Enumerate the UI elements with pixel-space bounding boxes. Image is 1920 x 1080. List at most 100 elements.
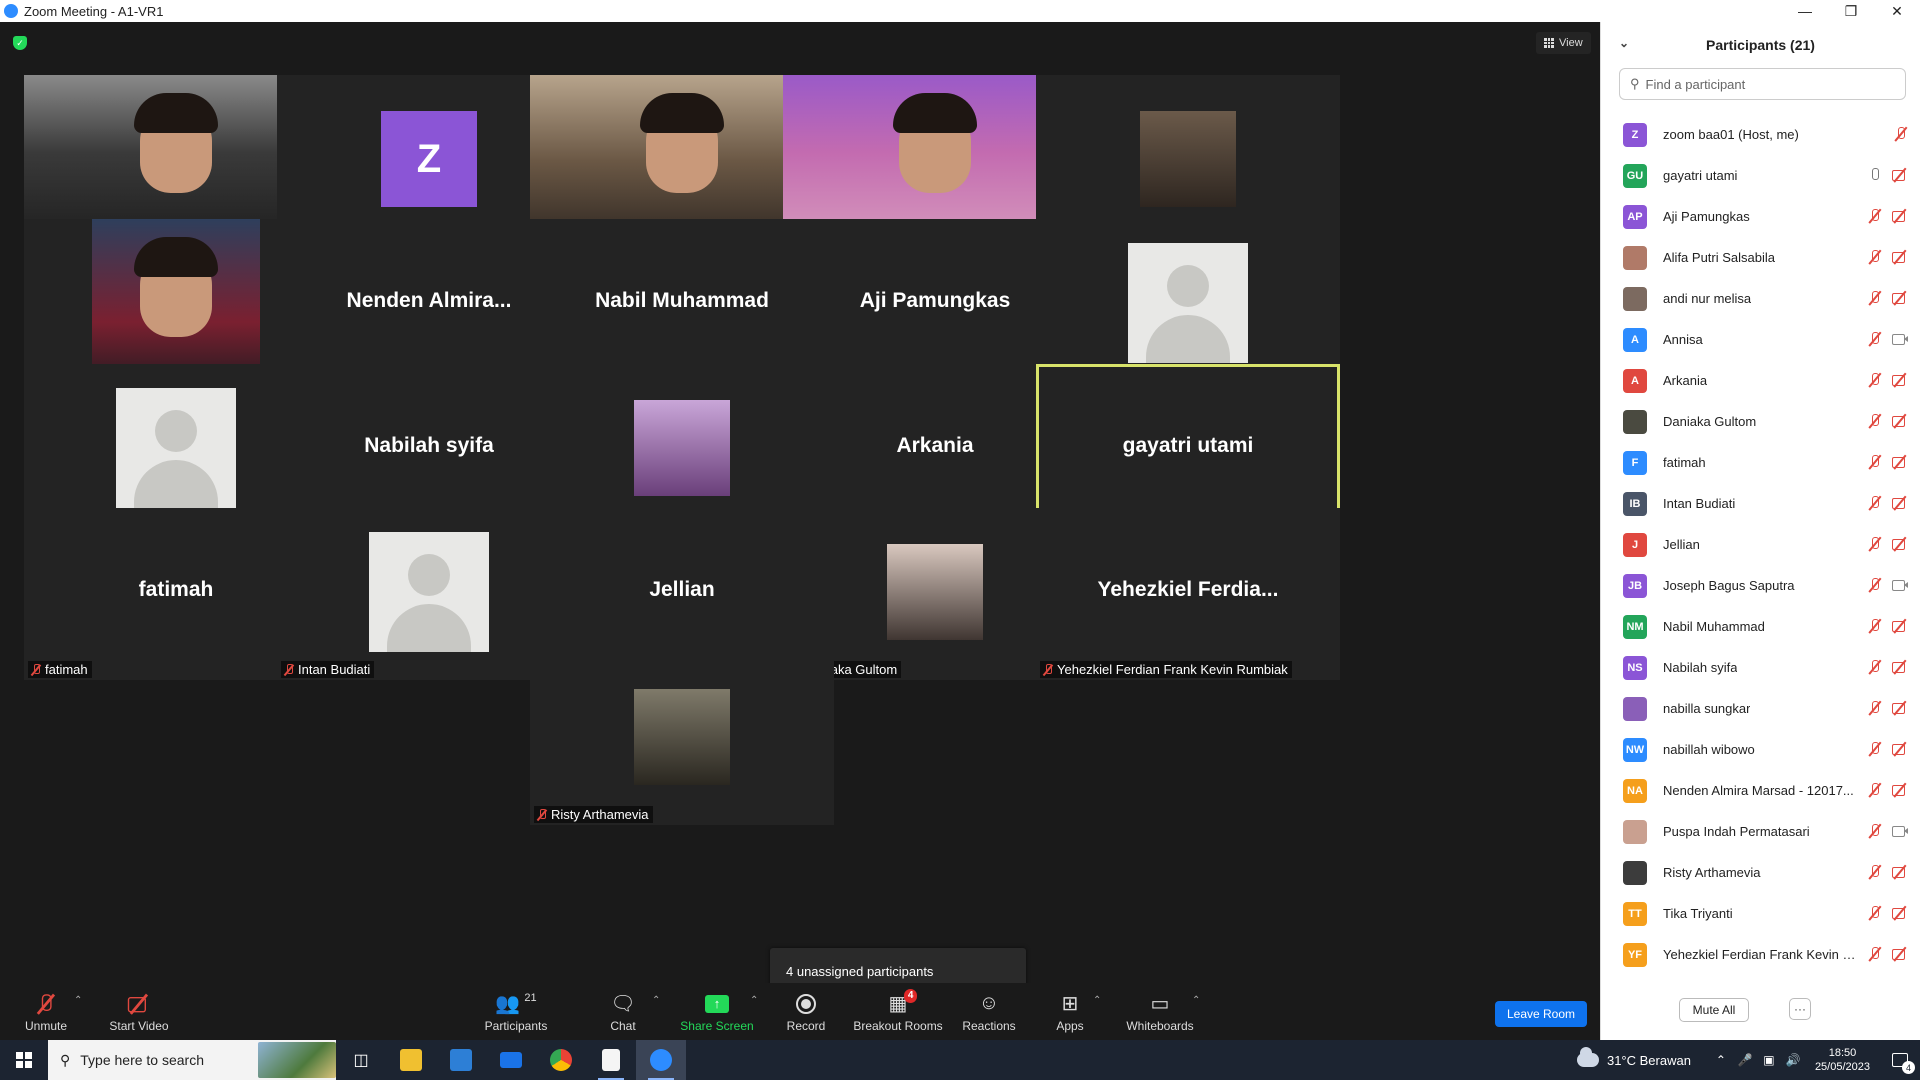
participant-row[interactable]: YF Yehezkiel Ferdian Frank Kevin Ru... [1601,934,1920,975]
view-label: View [1559,37,1583,49]
notification-button[interactable]: 4 [1880,1040,1920,1080]
search-icon: ⚲ [60,1051,71,1068]
panel-footer: Mute All ··· [1601,984,1920,1040]
chat-options-caret[interactable]: ⌃ [652,995,660,1006]
mail-app[interactable] [486,1040,536,1080]
task-view-button[interactable]: ◫ [336,1040,386,1080]
participant-row[interactable]: Zzoom baa01 (Host, me) [1601,114,1920,155]
start-video-button[interactable]: Start Video [104,983,174,1040]
volume-icon[interactable]: 🔊 [1784,1040,1802,1080]
whiteboards-button[interactable]: ▭ Whiteboards [1124,983,1196,1040]
start-button[interactable] [0,1040,48,1080]
record-button[interactable]: Record [785,983,827,1040]
mute-all-button[interactable]: Mute All [1679,998,1749,1022]
more-options-button[interactable]: ··· [1789,998,1811,1020]
mic-muted-icon [1867,741,1883,757]
reactions-button[interactable]: ☺ Reactions [960,983,1018,1040]
participant-row[interactable]: TT Tika Triyanti [1601,893,1920,934]
network-icon[interactable]: ▣ [1760,1040,1778,1080]
participant-name: Nenden Almira Marsad - 12017... [1663,783,1854,798]
mic-muted-icon [1867,905,1883,921]
participant-row[interactable]: Ffatimah [1601,442,1920,483]
clock[interactable]: 18:50 25/05/2023 [1815,1046,1870,1074]
leave-room-button[interactable]: Leave Room [1495,1001,1587,1027]
participant-row[interactable]: Risty Arthamevia [1601,852,1920,893]
system-tray: 31°C Berawan ⌃ 🎤 ▣ 🔊 18:50 25/05/2023 4 [1576,1040,1920,1080]
camera-on-icon [1891,331,1909,347]
participant-status-icons [1867,372,1909,388]
chrome-app[interactable] [536,1040,586,1080]
participant-row[interactable]: Puspa Indah Permatasari [1601,811,1920,852]
whiteboards-label: Whiteboards [1126,1018,1194,1033]
taskbar-search[interactable]: ⚲ Type here to search [48,1040,336,1080]
share-screen-button[interactable]: ↑ Share Screen [680,983,754,1040]
apps-button[interactable]: ⊞ Apps [1053,983,1087,1040]
participant-row[interactable]: andi nur melisa [1601,278,1920,319]
tile-name-label: Risty Arthamevia [534,806,653,823]
view-button[interactable]: View [1536,32,1591,54]
participant-row[interactable]: A Annisa [1601,319,1920,360]
participant-search[interactable]: ⚲ [1619,68,1906,100]
participant-row[interactable]: Alifa Putri Salsabila [1601,237,1920,278]
apps-icon: ⊞ [1061,993,1079,1015]
participant-row[interactable]: AP Aji Pamungkas [1601,196,1920,237]
participant-row[interactable]: NW nabillah wibowo [1601,729,1920,770]
video-tile-yehezkiel-ferdian-frank-kevin-rumbiak[interactable]: Yehezkiel Ferdia... Yehezkiel Ferdian Fra… [1036,508,1340,680]
restore-button[interactable]: ❐ [1828,0,1874,22]
participant-avatar: J [1623,532,1647,557]
mic-muted-icon [1867,659,1883,675]
participant-avatar [1623,409,1647,434]
participant-status-icons [1867,741,1909,757]
zoom-app[interactable] [636,1040,686,1080]
participant-row[interactable]: JB Joseph Bagus Saputra [1601,565,1920,606]
participant-row[interactable]: Daniaka Gultom [1601,401,1920,442]
whiteboard-options-caret[interactable]: ⌃ [1192,995,1200,1006]
participant-row[interactable]: GU gayatri utami [1601,155,1920,196]
weather-text: 31°C Berawan [1606,1052,1691,1068]
camera-off-icon [1891,782,1909,798]
breakout-rooms-button[interactable]: ▦ 4 Breakout Rooms [852,983,944,1040]
weather-widget[interactable]: 31°C Berawan [1576,1047,1691,1068]
participants-button[interactable]: 👥 21 Participants [476,983,556,1040]
participant-status-icons [1867,208,1909,224]
minimize-button[interactable]: — [1782,0,1828,22]
search-highlight-image [258,1042,336,1078]
chat-button[interactable]: 🗨 Chat [603,983,643,1040]
tile-participant-name: Intan Budiati [298,662,371,677]
share-options-caret[interactable]: ⌃ [750,995,758,1006]
participant-status-icons [1867,782,1909,798]
tile-display-name: gayatri utami [1122,434,1254,457]
record-icon [796,991,816,1017]
encryption-shield-icon[interactable]: ✓ [13,36,27,50]
camera-off-icon [1891,659,1909,675]
collapse-chevron-icon[interactable]: ⌄ [1619,36,1629,50]
chrome-icon [550,1049,572,1071]
chevron-up-icon[interactable]: ⌃ [1712,1040,1730,1080]
participant-avatar: YF [1623,942,1647,967]
participant-name: Risty Arthamevia [1663,865,1761,880]
profile-photo [887,544,983,640]
participant-row[interactable]: J Jellian [1601,524,1920,565]
search-input[interactable] [1645,76,1895,92]
participant-row[interactable]: nabilla sungkar [1601,688,1920,729]
document-icon [602,1049,620,1071]
participant-name: gayatri utami [1663,168,1738,183]
mic-muted-icon [30,663,42,676]
participant-row[interactable]: NS Nabilah syifa [1601,647,1920,688]
participant-row[interactable]: IB Intan Budiati [1601,483,1920,524]
windows-logo-icon [16,1052,32,1068]
notepad-app[interactable] [586,1040,636,1080]
apps-options-caret[interactable]: ⌃ [1093,995,1101,1006]
close-button[interactable]: ✕ [1874,0,1920,22]
store-app[interactable] [436,1040,486,1080]
video-tile-risty-arthamevia[interactable]: Risty Arthamevia [530,653,834,825]
file-explorer-app[interactable] [386,1040,436,1080]
participant-name: Intan Budiati [1663,496,1736,511]
camera-off-icon [1891,372,1909,388]
participant-row[interactable]: A Arkania [1601,360,1920,401]
participant-row[interactable]: NM Nabil Muhammad [1601,606,1920,647]
microphone-icon[interactable]: 🎤 [1736,1040,1754,1080]
unmute-button[interactable]: Unmute [18,983,74,1040]
audio-options-caret[interactable]: ⌃ [74,995,82,1006]
participant-row[interactable]: NA Nenden Almira Marsad - 12017... [1601,770,1920,811]
